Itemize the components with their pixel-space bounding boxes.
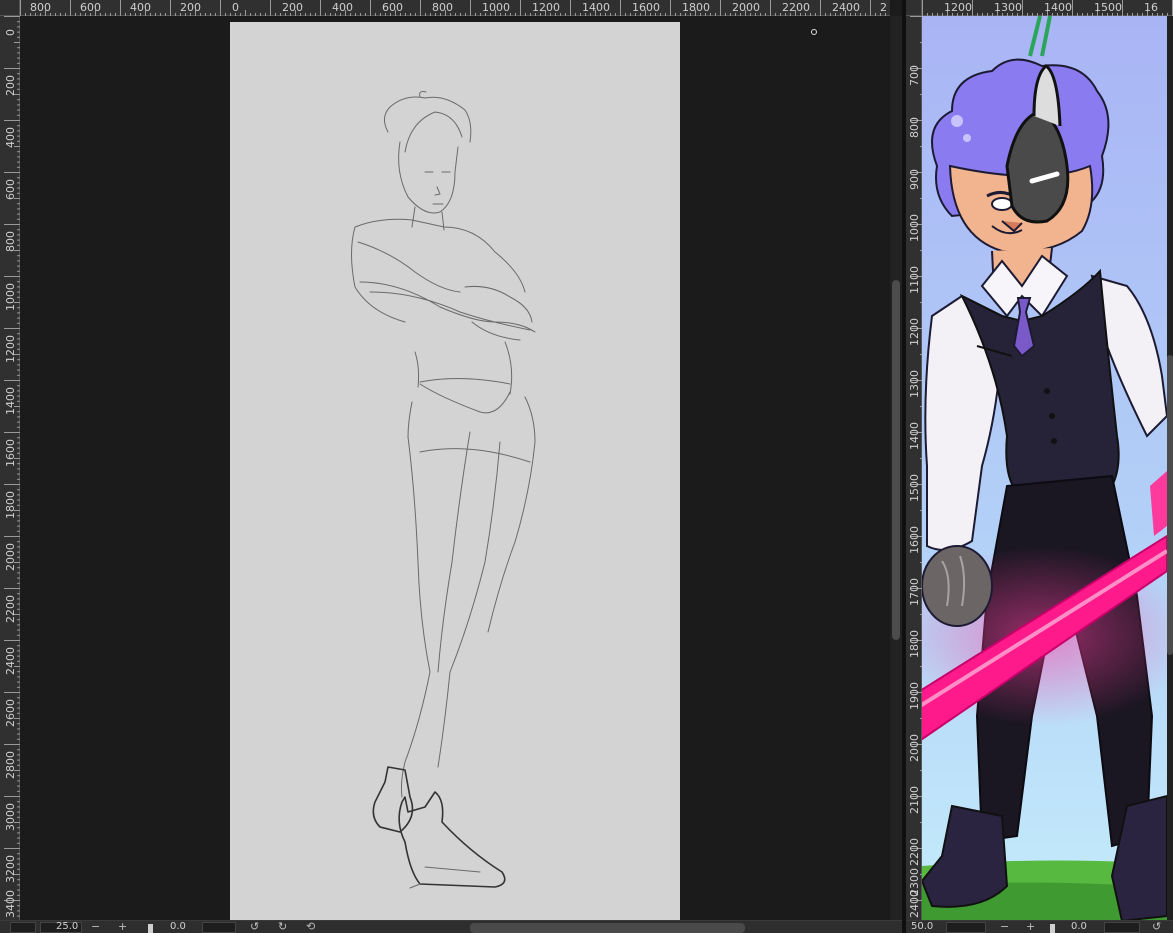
- ruler-label: 1400: [908, 422, 921, 450]
- ruler-label: 1400: [4, 387, 17, 415]
- rotation-value[interactable]: 0.0: [170, 921, 186, 933]
- ruler-label: 400: [332, 1, 353, 14]
- ruler-label: 200: [4, 75, 17, 96]
- zoom-in-button[interactable]: +: [1026, 921, 1035, 933]
- ruler-label: 1400: [582, 1, 610, 14]
- character-illustration: [922, 16, 1167, 920]
- ruler-label: 1200: [4, 335, 17, 363]
- ruler-label: 2400: [832, 1, 860, 14]
- ruler-label: 1800: [4, 491, 17, 519]
- ruler-label: 3400: [4, 890, 17, 918]
- ruler-label: 1200: [532, 1, 560, 14]
- ruler-label: 800: [908, 117, 921, 138]
- reference-canvas[interactable]: [922, 16, 1167, 920]
- ruler-label: 1300: [908, 370, 921, 398]
- horizontal-ruler: 1200 1300 1400 1500 16: [922, 0, 1173, 16]
- ruler-label: 200: [282, 1, 303, 14]
- zoom-slider-handle[interactable]: [148, 924, 153, 933]
- ruler-label: 1200: [944, 1, 972, 14]
- ruler-label: 400: [130, 1, 151, 14]
- brush-cursor: [811, 29, 817, 35]
- rotation-value[interactable]: 0.0: [1071, 921, 1087, 933]
- ruler-label: 1300: [994, 1, 1022, 14]
- rotate-left-icon[interactable]: ↺: [1152, 921, 1161, 933]
- vertical-scroll-thumb[interactable]: [1167, 355, 1173, 655]
- ruler-label: 800: [4, 231, 17, 252]
- ruler-label: 1500: [908, 474, 921, 502]
- ruler-label: 2200: [4, 595, 17, 623]
- ruler-label: 800: [30, 1, 51, 14]
- figure-sketch: [351, 91, 536, 889]
- view-status-bar: 50.0 − + 0.0 ↺: [906, 920, 1173, 933]
- ruler-label: 800: [432, 1, 453, 14]
- ruler-label: 600: [382, 1, 403, 14]
- ruler-label: 2400: [908, 890, 921, 918]
- horizontal-ruler: 800 600 400 200 0 200 400 600 800 1000 1…: [20, 0, 890, 16]
- ruler-label: 700: [908, 65, 921, 86]
- ruler-label: 1100: [908, 266, 921, 294]
- ruler-label: 1600: [4, 439, 17, 467]
- sketch-canvas[interactable]: [230, 22, 680, 920]
- zoom-field[interactable]: [946, 922, 986, 933]
- ruler-label: 1500: [1094, 1, 1122, 14]
- ruler-label: 1000: [908, 214, 921, 242]
- ruler-label: 0: [4, 29, 17, 36]
- vertical-ruler: 0 200 400 600 800 1000 1200 1400 1600 18…: [0, 16, 20, 920]
- view-status-bar: 25.0 − + 0.0 ↺ ↻ ⟲: [0, 920, 902, 933]
- ruler-corner: [906, 0, 922, 16]
- zoom-out-button[interactable]: −: [91, 921, 100, 933]
- ruler-label: 1700: [908, 578, 921, 606]
- rotation-field[interactable]: [202, 922, 236, 933]
- zoom-slider-handle[interactable]: [1050, 924, 1055, 933]
- ruler-label: 900: [908, 169, 921, 190]
- zoom-value[interactable]: 25.0: [56, 921, 78, 933]
- ruler-label: 1200: [908, 318, 921, 346]
- ruler-label: 3200: [4, 855, 17, 883]
- zoom-in-button[interactable]: +: [118, 921, 127, 933]
- ruler-label: 2200: [908, 838, 921, 866]
- ruler-label: 1900: [908, 682, 921, 710]
- rotation-field[interactable]: [1104, 922, 1140, 933]
- ruler-label: 200: [180, 1, 201, 14]
- ruler-label: 1600: [908, 526, 921, 554]
- ruler-label: 2800: [4, 751, 17, 779]
- ruler-label: 1800: [908, 630, 921, 658]
- ruler-label: 2000: [908, 734, 921, 762]
- ruler-label: 600: [4, 179, 17, 200]
- reset-view-icon[interactable]: ⟲: [306, 921, 315, 933]
- ruler-label: 2: [880, 1, 887, 14]
- vertical-scroll-thumb[interactable]: [892, 280, 900, 640]
- ruler-label: 600: [80, 1, 101, 14]
- zoom-out-button[interactable]: −: [1000, 921, 1009, 933]
- ruler-label: 3000: [4, 803, 17, 831]
- ruler-label: 16: [1144, 1, 1158, 14]
- ruler-label: 2400: [4, 647, 17, 675]
- vertical-ruler: 700 800 900 1000 1100 1200 1300 1400 150…: [906, 16, 922, 920]
- zoom-preset-field[interactable]: [10, 922, 36, 933]
- ruler-label: 2600: [4, 699, 17, 727]
- horizontal-scroll-thumb[interactable]: [470, 923, 745, 933]
- ruler-label: 2200: [782, 1, 810, 14]
- ruler-label: 2000: [4, 543, 17, 571]
- ruler-label: 2000: [732, 1, 760, 14]
- zoom-value[interactable]: 50.0: [911, 921, 933, 933]
- rotate-right-icon[interactable]: ↻: [278, 921, 287, 933]
- rotate-left-icon[interactable]: ↺: [250, 921, 259, 933]
- ruler-label: 1400: [1044, 1, 1072, 14]
- ruler-label: 400: [4, 127, 17, 148]
- ruler-label: 1000: [482, 1, 510, 14]
- ruler-label: 1800: [682, 1, 710, 14]
- ruler-label: 1000: [4, 283, 17, 311]
- ruler-label: 0: [232, 1, 239, 14]
- ruler-label: 1600: [632, 1, 660, 14]
- ruler-corner: [0, 0, 20, 16]
- ruler-label: 2100: [908, 786, 921, 814]
